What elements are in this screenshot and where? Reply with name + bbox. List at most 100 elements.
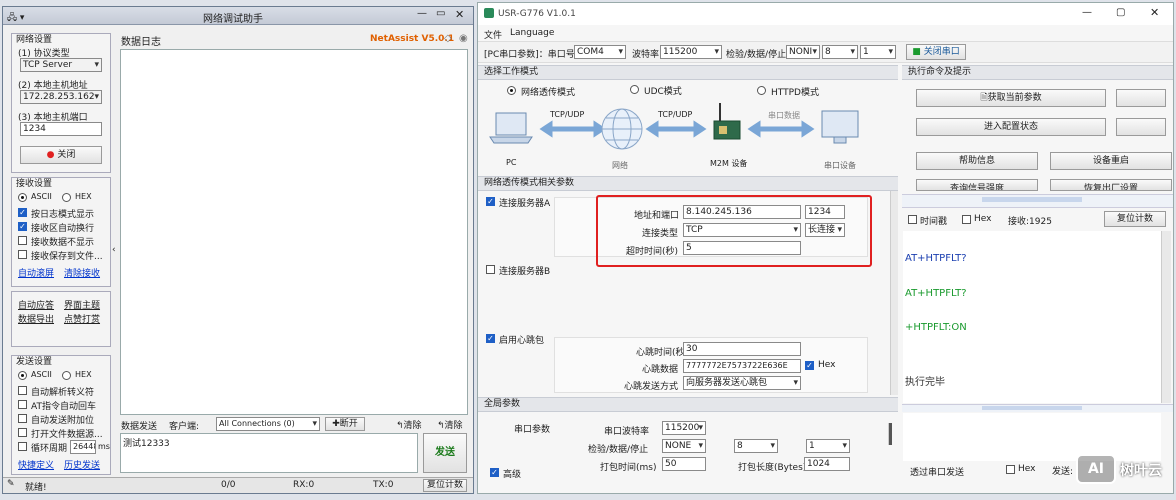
- menu-file[interactable]: 文件: [484, 28, 502, 41]
- log-scrollbar[interactable]: [1161, 231, 1171, 403]
- shortcut-link[interactable]: 快捷定义: [18, 458, 54, 471]
- maximize-icon[interactable]: ▭: [436, 8, 445, 19]
- pack-time-input[interactable]: 50: [662, 457, 706, 471]
- stopbits-select[interactable]: 1: [860, 45, 896, 59]
- advanced-checkbox[interactable]: ✓: [490, 468, 499, 477]
- usr-maximize-icon[interactable]: ▢: [1116, 7, 1125, 18]
- send-hex-radio[interactable]: [62, 371, 71, 380]
- recv-wrap-checkbox[interactable]: ✓: [18, 222, 27, 231]
- send-hex-checkbox[interactable]: [1006, 465, 1015, 474]
- global-baud-select[interactable]: 115200: [662, 421, 706, 435]
- netassist-titlebar: 🖧 ▾ 网络调试助手 — ▭ ✕: [3, 7, 473, 25]
- global-scrollbar[interactable]: [888, 423, 892, 445]
- clear-send-button[interactable]: ↰清除: [396, 418, 422, 431]
- send-at-checkbox[interactable]: [18, 400, 27, 409]
- send-file-checkbox[interactable]: [18, 428, 27, 437]
- port-input[interactable]: 1234: [20, 122, 102, 136]
- params-scrollbar[interactable]: [890, 191, 898, 395]
- history-link[interactable]: 历史发送: [64, 458, 100, 471]
- host-select[interactable]: 172.28.253.162: [20, 90, 102, 104]
- timeout-input[interactable]: 5: [683, 241, 801, 255]
- conn-type-select[interactable]: TCP: [683, 223, 801, 237]
- pack-len-input[interactable]: 1024: [804, 457, 850, 471]
- factory-reset-button[interactable]: 恢复出厂设置: [1050, 179, 1172, 191]
- log-reset-button[interactable]: 复位计数: [1104, 211, 1166, 227]
- hb-data-input[interactable]: 7777772E7573722E636E: [683, 359, 801, 373]
- restart-button[interactable]: 设备重启: [1050, 152, 1172, 170]
- baud-select[interactable]: 115200: [660, 45, 722, 59]
- camera-icon[interactable]: ◉: [459, 33, 468, 44]
- minimize-icon[interactable]: —: [417, 8, 427, 19]
- close-icon[interactable]: ✕: [455, 8, 464, 21]
- send-ascii-radio[interactable]: [18, 371, 27, 380]
- cmds-splitter[interactable]: [902, 194, 1173, 208]
- extra-button-1[interactable]: [1116, 89, 1166, 107]
- mode-transparent-label: 网络透传模式: [521, 88, 576, 98]
- clear-label: 清除: [403, 421, 422, 431]
- theme-link[interactable]: 界面主题: [64, 298, 100, 311]
- menu-language[interactable]: Language: [510, 28, 554, 38]
- log-hex-checkbox[interactable]: [962, 215, 971, 224]
- enter-config-button[interactable]: 进入配置状态: [916, 118, 1106, 136]
- pin-icon[interactable]: ◇: [444, 33, 452, 44]
- mode-header: 选择工作模式: [478, 65, 898, 80]
- serverB-checkbox[interactable]: [486, 265, 495, 274]
- protocol-select[interactable]: TCP Server: [20, 58, 102, 72]
- data-send-tab[interactable]: 数据发送: [121, 419, 157, 432]
- send-button[interactable]: 发送: [423, 433, 467, 473]
- mode-transparent-radio[interactable]: [507, 86, 516, 95]
- auto-reply-link[interactable]: 自动应答: [18, 298, 54, 311]
- hb-time-input[interactable]: 30: [683, 342, 801, 356]
- send-escape-checkbox[interactable]: [18, 386, 27, 395]
- recv-ascii-label: ASCII: [31, 192, 52, 201]
- loop-period-input[interactable]: 26448: [70, 440, 96, 454]
- client-select[interactable]: All Connections (0): [216, 417, 320, 431]
- help-button[interactable]: 帮助信息: [916, 152, 1038, 170]
- timeout-label: 超时时间(秒): [626, 247, 679, 257]
- usr-close-icon[interactable]: ✕: [1150, 6, 1159, 19]
- usr-minimize-icon[interactable]: —: [1082, 7, 1092, 18]
- recv-hex-radio[interactable]: [62, 193, 71, 202]
- data-log-tab[interactable]: 数据日志: [121, 33, 161, 48]
- global-parity-select[interactable]: NONE: [662, 439, 706, 453]
- server-port-input[interactable]: 1234: [805, 205, 845, 219]
- mode-udc-radio[interactable]: [630, 85, 639, 94]
- parity-select[interactable]: NONI: [786, 45, 820, 59]
- global-stopbits-select[interactable]: 1: [806, 439, 850, 453]
- get-params-button[interactable]: 🗎获取当前参数: [916, 89, 1106, 107]
- conn-mode-select[interactable]: 长连接: [805, 223, 845, 237]
- data-log-area[interactable]: [120, 49, 468, 415]
- log-splitter[interactable]: [902, 404, 1173, 412]
- send-append-checkbox[interactable]: [18, 414, 27, 423]
- heartbeat-checkbox[interactable]: ✓: [486, 334, 495, 343]
- mode-httpd-radio[interactable]: [757, 86, 766, 95]
- timestamp-checkbox[interactable]: [908, 215, 917, 224]
- send-mode-select[interactable]: 透过串口发送: [910, 465, 964, 478]
- clear-recv-link[interactable]: 清除接收: [64, 266, 100, 279]
- recv-save-checkbox[interactable]: [18, 250, 27, 259]
- disconnect-button[interactable]: ✚断开: [325, 417, 365, 431]
- close-connection-button[interactable]: ● 关闭: [20, 146, 102, 164]
- serverA-checkbox[interactable]: ✓: [486, 197, 495, 206]
- server-address-input[interactable]: 8.140.245.136: [683, 205, 801, 219]
- send-loop-checkbox[interactable]: [18, 442, 27, 451]
- recv-ascii-radio[interactable]: [18, 193, 27, 202]
- donate-link[interactable]: 点赞打赏: [64, 312, 100, 325]
- clear-log-button[interactable]: ↰清除: [437, 418, 463, 431]
- export-link[interactable]: 数据导出: [18, 312, 54, 325]
- close-port-button[interactable]: ■ 关闭串口: [906, 44, 966, 60]
- recv-log-mode-checkbox[interactable]: ✓: [18, 208, 27, 217]
- query-signal-button[interactable]: 查询信号强度: [916, 179, 1038, 191]
- global-databits-select[interactable]: 8: [734, 439, 778, 453]
- hb-mode-select[interactable]: 向服务器发送心跳包: [683, 376, 801, 390]
- auto-scroll-link[interactable]: 自动滚屏: [18, 266, 54, 279]
- send-textarea[interactable]: 测试12333: [120, 433, 418, 473]
- recv-hide-checkbox[interactable]: [18, 236, 27, 245]
- com-port-select[interactable]: COM4: [574, 45, 626, 59]
- app-menu-icon[interactable]: 🖧 ▾: [7, 10, 37, 23]
- splitter-arrow-icon[interactable]: ‹: [112, 245, 116, 255]
- databits-select[interactable]: 8: [822, 45, 858, 59]
- reset-count-button[interactable]: 复位计数: [423, 479, 467, 492]
- extra-button-2[interactable]: [1116, 118, 1166, 136]
- hb-hex-checkbox[interactable]: ✓: [805, 361, 814, 370]
